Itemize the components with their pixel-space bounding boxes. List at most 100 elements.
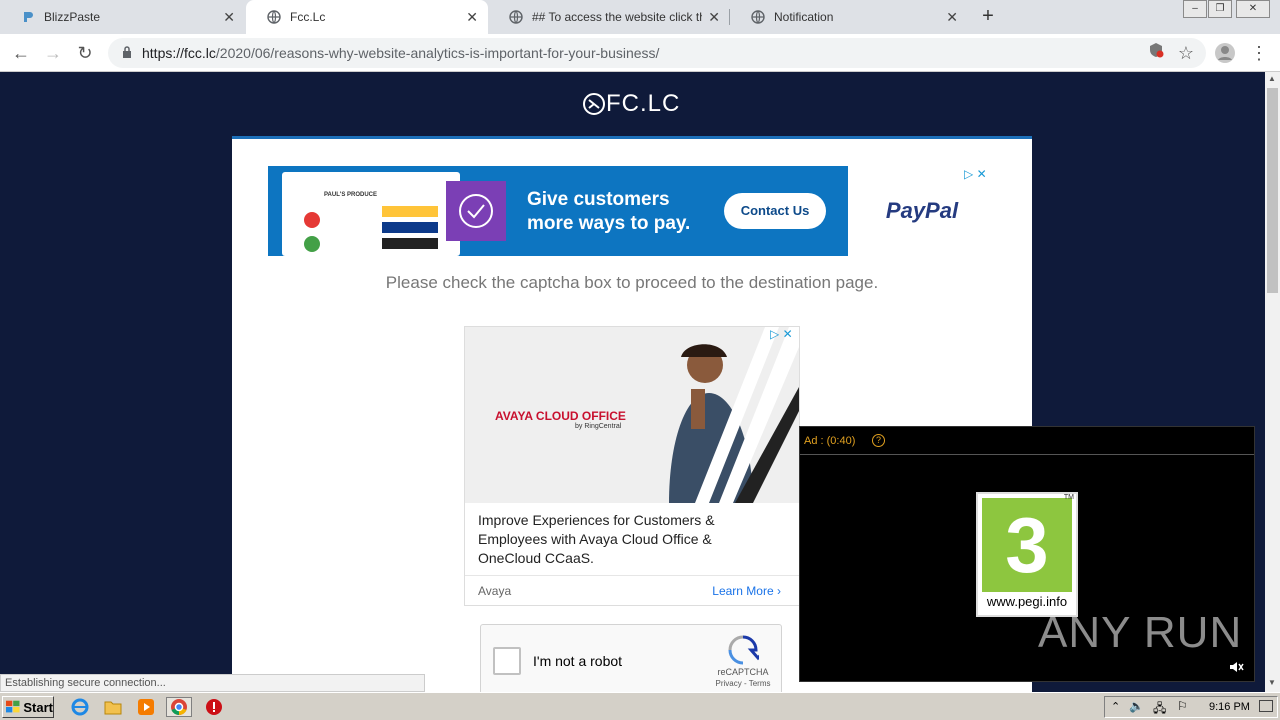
logo-text: FC.LC bbox=[606, 90, 681, 117]
video-ad-header: Ad : (0:40) ? bbox=[800, 427, 1254, 455]
ad-footer: Avaya Learn More › bbox=[465, 575, 799, 606]
captcha-notice: Please check the captcha box to proceed … bbox=[385, 273, 879, 292]
close-icon[interactable]: ✕ bbox=[466, 9, 478, 26]
recaptcha-widget: I'm not a robot reCAPTCHA Privacy - Term… bbox=[480, 624, 782, 692]
url-text: https://fcc.lc/2020/06/reasons-why-websi… bbox=[142, 45, 659, 61]
chrome-icon[interactable] bbox=[166, 697, 192, 717]
url-host: https://fcc.lc bbox=[142, 45, 216, 61]
close-icon[interactable]: ✕ bbox=[223, 9, 235, 26]
close-icon[interactable]: ✕ bbox=[946, 9, 958, 26]
pegi-tm: TM bbox=[1063, 494, 1074, 501]
recaptcha-links[interactable]: Privacy - Terms bbox=[713, 679, 773, 688]
broccoli-icon bbox=[304, 236, 320, 252]
recaptcha-brand: reCAPTCHA bbox=[717, 667, 769, 677]
reload-icon[interactable]: ↻ bbox=[74, 42, 96, 64]
close-icon[interactable]: ✕ bbox=[708, 9, 720, 26]
clock[interactable]: 9:16 PM bbox=[1209, 701, 1250, 713]
site-logo[interactable]: FC.LC bbox=[582, 90, 680, 118]
help-icon[interactable]: ? bbox=[872, 434, 885, 447]
learn-more-label: Learn More bbox=[712, 584, 774, 598]
paypal-banner-ad[interactable]: PAUL'S PRODUCE Give customers more ways … bbox=[268, 166, 996, 256]
back-icon[interactable]: ← bbox=[10, 42, 32, 64]
ad-store-name: PAUL'S PRODUCE bbox=[324, 192, 377, 198]
adchoices-icon[interactable]: ▷ ✕ bbox=[964, 167, 987, 181]
globe-icon bbox=[266, 9, 282, 25]
media-player-icon[interactable] bbox=[136, 697, 156, 717]
tab-strip: BlizzPaste ✕ Fcc.Lc ✕ ## To access the w… bbox=[0, 0, 1280, 34]
ad-title: Improve Experiences for Customers & Empl… bbox=[478, 512, 715, 566]
pastebin-icon bbox=[20, 9, 36, 25]
mute-icon[interactable] bbox=[1228, 659, 1244, 678]
new-tab-button[interactable]: + bbox=[976, 5, 1000, 28]
start-button[interactable]: Start bbox=[2, 696, 54, 718]
ad-headline: Give customers more ways to pay. bbox=[527, 188, 690, 236]
start-label: Start bbox=[23, 699, 53, 715]
ad-timer: Ad : (0:40) bbox=[804, 435, 856, 447]
captcha-label: I'm not a robot bbox=[533, 653, 623, 669]
adchoices-icon[interactable]: ▷ ✕ bbox=[770, 327, 793, 341]
scrollbar-thumb[interactable] bbox=[1267, 88, 1278, 293]
network-icon[interactable]: 🖧 bbox=[1153, 699, 1166, 720]
ad-mock-screen: PAUL'S PRODUCE bbox=[282, 172, 460, 256]
taskbar: Start ⌃ 🔈 🖧 ⚐ 9:16 PM bbox=[0, 692, 1280, 720]
tab-fcc[interactable]: Fcc.Lc ✕ bbox=[246, 0, 488, 34]
system-tray: ⌃ 🔈 🖧 ⚐ 9:16 PM bbox=[1104, 696, 1278, 718]
url-path: /2020/06/reasons-why-website-analytics-i… bbox=[215, 45, 660, 61]
tab-label: ## To access the website click the "A bbox=[532, 10, 702, 24]
forward-icon[interactable]: → bbox=[42, 42, 64, 64]
ad-pay-pill bbox=[382, 222, 438, 233]
scroll-up-icon[interactable]: ▲ bbox=[1268, 74, 1276, 83]
ad-headline-line1: Give customers bbox=[527, 189, 670, 210]
tab-blizzpaste[interactable]: BlizzPaste ✕ bbox=[0, 0, 245, 34]
menu-icon[interactable]: ⋮ bbox=[1248, 42, 1270, 64]
ad-card-pill bbox=[382, 238, 438, 249]
advertiser-name: Avaya bbox=[478, 584, 512, 598]
learn-more-link[interactable]: Learn More › bbox=[712, 584, 781, 598]
tab-notification[interactable]: Notification ✕ bbox=[730, 0, 968, 34]
globe-icon bbox=[508, 9, 524, 25]
recaptcha-icon bbox=[728, 635, 759, 665]
show-desktop-icon[interactable] bbox=[1259, 700, 1273, 712]
volume-icon[interactable]: 🔈 bbox=[1129, 699, 1144, 713]
avaya-brand: AVAYA CLOUD OFFICE bbox=[495, 409, 626, 423]
lock-icon bbox=[122, 46, 132, 64]
pegi-site: www.pegi.info bbox=[986, 594, 1068, 609]
address-bar[interactable]: https://fcc.lc/2020/06/reasons-why-websi… bbox=[108, 38, 1206, 68]
blocked-icon[interactable] bbox=[1145, 42, 1167, 64]
ad-headline-line2: more ways to pay. bbox=[527, 213, 691, 234]
status-bar: Establishing secure connection... bbox=[0, 674, 425, 692]
profile-icon[interactable] bbox=[1214, 42, 1236, 64]
check-icon bbox=[446, 181, 506, 241]
stripe-graphic bbox=[695, 327, 799, 503]
pegi-number: 3 bbox=[982, 498, 1072, 592]
windows-logo-icon bbox=[6, 700, 20, 713]
avaya-ad[interactable]: AVAYA CLOUD OFFICE by RingCentral Improv… bbox=[464, 326, 800, 606]
folder-icon[interactable] bbox=[103, 697, 123, 717]
logo-icon bbox=[583, 93, 605, 115]
show-hidden-icon[interactable]: ⌃ bbox=[1111, 700, 1120, 713]
minimize-button[interactable]: ‒ bbox=[1183, 0, 1207, 18]
contact-us-button[interactable]: Contact Us bbox=[724, 193, 826, 229]
avaya-sub-brand: by RingCentral bbox=[575, 423, 622, 430]
anyrun-watermark: ANY RUN bbox=[1038, 608, 1243, 657]
ad-image: AVAYA CLOUD OFFICE by RingCentral bbox=[465, 327, 799, 503]
ie-icon[interactable] bbox=[70, 697, 90, 717]
tab-label: Notification bbox=[774, 10, 834, 24]
tomato-icon bbox=[304, 212, 320, 228]
paypal-logo-text: PayPal bbox=[885, 198, 959, 223]
flag-icon[interactable]: ⚐ bbox=[1177, 699, 1188, 713]
tab-label: BlizzPaste bbox=[44, 10, 101, 24]
captcha-checkbox[interactable] bbox=[493, 647, 521, 675]
tab-label: Fcc.Lc bbox=[290, 10, 326, 24]
browser-toolbar: ← → ↻ https://fcc.lc/2020/06/reasons-why… bbox=[0, 34, 1280, 72]
opera-icon[interactable] bbox=[204, 697, 224, 717]
scroll-down-icon[interactable]: ▼ bbox=[1268, 678, 1276, 687]
star-icon[interactable]: ☆ bbox=[1175, 42, 1197, 64]
window-close-button[interactable]: ✕ bbox=[1236, 0, 1270, 18]
scrollbar[interactable]: ▲ ▼ bbox=[1265, 72, 1280, 692]
pegi-rating: 3 TM www.pegi.info bbox=[976, 492, 1078, 617]
ad-paypal-pill bbox=[382, 206, 438, 217]
tab-access[interactable]: ## To access the website click the "A ✕ bbox=[488, 0, 730, 34]
globe-icon bbox=[750, 9, 766, 25]
restore-button[interactable]: ❐ bbox=[1208, 0, 1232, 18]
